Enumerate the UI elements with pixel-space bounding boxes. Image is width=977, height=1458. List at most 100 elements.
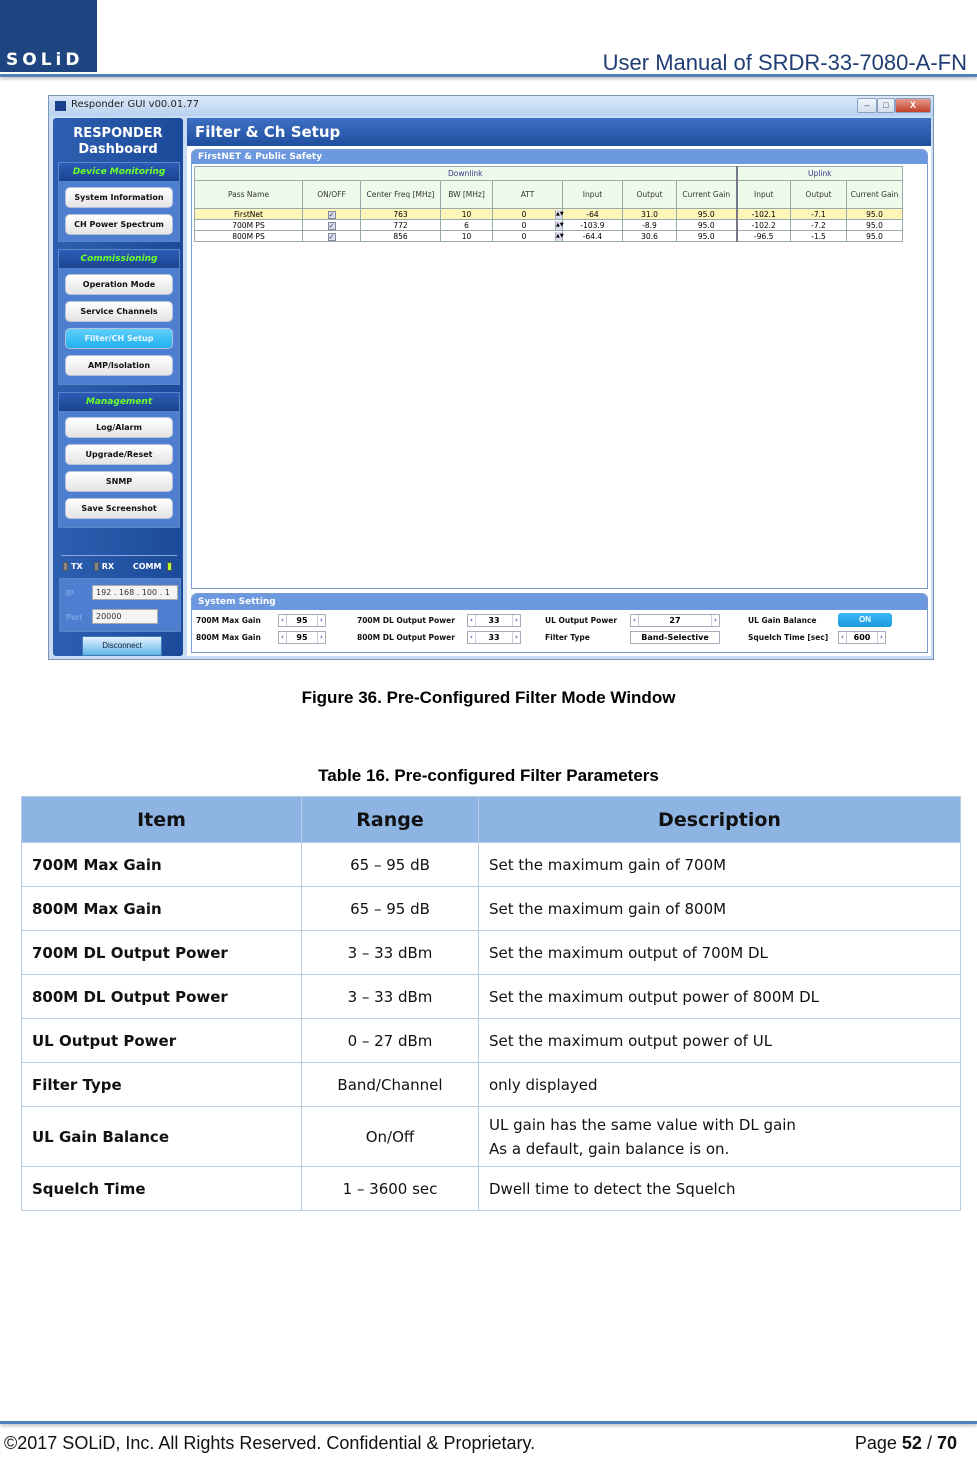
ul-gain-balance-label: UL Gain Balance <box>748 616 817 625</box>
timestamp: 2017-08-12 13:58:19 <box>53 659 183 660</box>
log-alarm-button[interactable]: Log/Alarm <box>65 417 173 438</box>
increment-icon[interactable]: › <box>317 632 325 643</box>
system-information-button[interactable]: System Information <box>65 187 173 208</box>
dl-out-700-stepper[interactable]: ‹ 33 › <box>467 614 521 627</box>
decrement-icon[interactable]: ‹ <box>631 615 639 626</box>
amp-isolation-button[interactable]: AMP/Isolation <box>65 355 173 376</box>
table-row[interactable]: 700M PS ✓ 772 6 ▲▼ 0 -103.9 -8.9 95.0 -10… <box>194 219 903 231</box>
table-row[interactable]: 800M PS ✓ 856 10 ▲▼ 0 -64.4 30.6 95.0 -96… <box>194 230 903 242</box>
description: Dwell time to detect the Squelch <box>478 1166 961 1211</box>
disconnect-button[interactable]: Disconnect <box>82 636 162 656</box>
item: 800M Max Gain <box>21 886 302 931</box>
document-title: User Manual of SRDR-33-7080-A-FN <box>602 50 967 75</box>
pass-name: FirstNet <box>194 208 303 220</box>
dl-output: -8.9 <box>622 219 677 231</box>
increment-icon[interactable]: › <box>317 615 325 626</box>
logo-text: SOLiD <box>6 50 84 70</box>
col-dl-input: Input <box>562 180 623 209</box>
dl-output: 31.0 <box>622 208 677 220</box>
snmp-button[interactable]: SNMP <box>65 471 173 492</box>
table-row: Squelch Time 1 – 3600 sec Dwell time to … <box>21 1166 961 1211</box>
service-channels-button[interactable]: Service Channels <box>65 301 173 322</box>
connection-box: IP 192 . 168 . 100 . 1 Port 20000 <box>59 578 181 632</box>
pass-name: 700M PS <box>194 219 303 231</box>
ul-out-stepper[interactable]: ‹ 27 › <box>630 614 720 627</box>
range: 65 – 95 dB <box>301 886 479 931</box>
increment-icon[interactable]: › <box>877 632 885 643</box>
item: 700M DL Output Power <box>21 930 302 975</box>
att-value: 0 <box>521 209 527 219</box>
increment-icon[interactable]: › <box>512 615 520 626</box>
spinner-icon[interactable]: ▲▼ <box>555 220 564 230</box>
filter-ch-setup-button[interactable]: Filter/CH Setup <box>65 328 173 349</box>
ch-power-spectrum-button[interactable]: CH Power Spectrum <box>65 214 173 235</box>
uplink-header: Uplink <box>736 166 903 181</box>
group-device-monitoring: Device Monitoring System Information CH … <box>58 162 180 242</box>
range: On/Off <box>301 1106 479 1167</box>
spinner-icon[interactable]: ▲▼ <box>555 209 564 219</box>
max-gain-700-stepper[interactable]: ‹ 95 › <box>278 614 326 627</box>
on-off-checkbox[interactable]: ✓ <box>302 219 361 231</box>
checkbox-checked-icon[interactable]: ✓ <box>327 232 336 241</box>
operation-mode-button[interactable]: Operation Mode <box>65 274 173 295</box>
max-gain-800-stepper[interactable]: ‹ 95 › <box>278 631 326 644</box>
upgrade-reset-button[interactable]: Upgrade/Reset <box>65 444 173 465</box>
decrement-icon[interactable]: ‹ <box>839 632 847 643</box>
checkbox-checked-icon[interactable]: ✓ <box>327 210 336 219</box>
minimize-button[interactable]: – <box>857 98 877 113</box>
max-gain-700-label: 700M Max Gain <box>196 616 261 625</box>
att-stepper[interactable]: ▲▼ 0 <box>492 230 564 242</box>
description: UL gain has the same value with DL gain … <box>478 1106 961 1167</box>
header-item: Item <box>21 796 302 843</box>
att-stepper[interactable]: ▲▼ 0 <box>492 219 564 231</box>
on-off-checkbox[interactable]: ✓ <box>302 208 361 220</box>
decrement-icon[interactable]: ‹ <box>279 615 287 626</box>
on-off-checkbox[interactable]: ✓ <box>302 230 361 242</box>
ul-output: -7.2 <box>790 219 847 231</box>
range: 0 – 27 dBm <box>301 1018 479 1063</box>
ul-gain: 95.0 <box>846 230 903 242</box>
close-button[interactable]: X <box>895 98 931 113</box>
page-title: Filter & Ch Setup <box>187 118 931 146</box>
spinner-icon[interactable]: ▲▼ <box>555 231 564 241</box>
ip-input[interactable]: 192 . 168 . 100 . 1 <box>92 585 178 600</box>
checkbox-checked-icon[interactable]: ✓ <box>327 221 336 230</box>
increment-icon[interactable]: › <box>512 632 520 643</box>
port-input[interactable]: 20000 <box>92 609 158 624</box>
item: UL Gain Balance <box>21 1106 302 1167</box>
page-sep: / <box>921 1433 937 1453</box>
squelch-stepper[interactable]: ‹ 600 › <box>838 631 886 644</box>
table-caption: Table 16. Pre-configured Filter Paramete… <box>318 766 659 785</box>
header-range: Range <box>301 796 479 843</box>
col-att: ATT <box>492 180 563 209</box>
dl-out-800-stepper[interactable]: ‹ 33 › <box>467 631 521 644</box>
dl-out-800-label: 800M DL Output Power <box>357 633 455 642</box>
att-stepper[interactable]: ▲▼ 0 <box>492 208 564 220</box>
dl-output: 30.6 <box>622 230 677 242</box>
description: Set the maximum gain of 800M <box>478 886 961 931</box>
downlink-header: Downlink <box>194 166 738 181</box>
decrement-icon[interactable]: ‹ <box>468 615 476 626</box>
ul-gain-balance-toggle[interactable]: ON <box>838 613 892 627</box>
rx-label: RX <box>101 562 115 571</box>
save-screenshot-button[interactable]: Save Screenshot <box>65 498 173 519</box>
table-row[interactable]: FirstNet ✓ 763 10 ▲▼ 0 -64 31.0 95.0 -102… <box>194 208 903 220</box>
item: Squelch Time <box>21 1166 302 1211</box>
item: Filter Type <box>21 1062 302 1107</box>
maximize-button[interactable]: □ <box>877 98 895 113</box>
header-divider <box>0 74 977 77</box>
col-ul-output: Output <box>790 180 847 209</box>
footer-divider <box>0 1421 977 1424</box>
decrement-icon[interactable]: ‹ <box>279 632 287 643</box>
max-gain-700-value: 95 <box>296 616 308 625</box>
window-titlebar: Responder GUI v00.01.77 – □ X <box>49 96 933 116</box>
increment-icon[interactable]: › <box>711 615 719 626</box>
group-title: Device Monitoring <box>59 163 179 181</box>
group-title: Commissioning <box>59 250 179 268</box>
page-number: Page 52 / 70 <box>855 1433 957 1454</box>
att-value: 0 <box>521 220 527 230</box>
decrement-icon[interactable]: ‹ <box>468 632 476 643</box>
range: 3 – 33 dBm <box>301 974 479 1019</box>
main-content: Filter & Ch Setup FirstNET & Public Safe… <box>187 118 931 656</box>
ul-out-value: 27 <box>669 616 681 625</box>
